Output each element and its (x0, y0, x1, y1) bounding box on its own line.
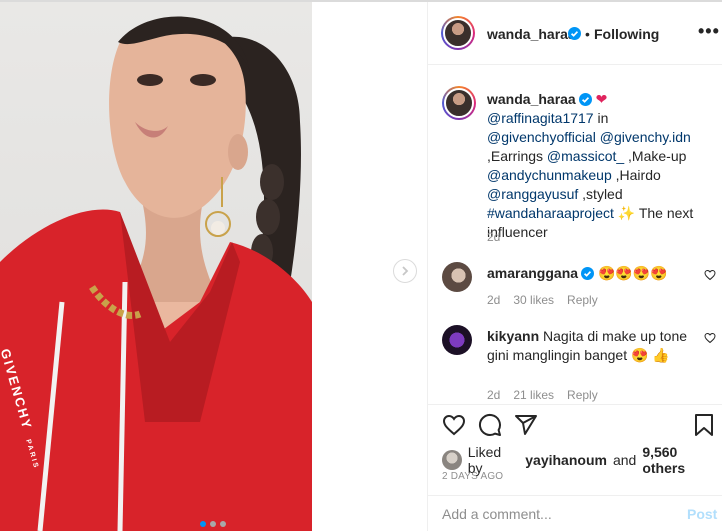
caption-fragment: ,Hairdo (615, 167, 661, 183)
mention-link[interactable]: @massicot_ (547, 148, 624, 164)
post-actions: Liked by yayihanoum and 9,560 others 2 D… (428, 404, 722, 531)
liker-avatar[interactable] (442, 450, 462, 470)
following-button[interactable]: Following (594, 26, 659, 42)
more-options-icon[interactable]: ••• (698, 21, 720, 42)
reply-button[interactable]: Reply (567, 388, 598, 402)
heart-emoji: ❤ (595, 91, 608, 107)
post-header: wanda_haraa • Following ••• (428, 2, 722, 65)
caption-avatar[interactable] (442, 86, 476, 120)
chevron-right-icon (402, 266, 409, 276)
reply-button[interactable]: Reply (567, 293, 598, 307)
comment-input[interactable] (442, 506, 662, 522)
caption-age: 2d (487, 230, 501, 244)
post-photo: GIVENCHY PARIS (0, 2, 312, 531)
liker-username[interactable]: yayihanoum (525, 452, 607, 468)
carousel-dot (200, 521, 206, 527)
carousel-dot (210, 521, 216, 527)
heart-icon[interactable] (442, 413, 466, 437)
add-comment-bar: Post (428, 495, 722, 531)
bookmark-icon[interactable] (693, 413, 715, 437)
caption-fragment: ,Earrings (487, 148, 544, 164)
carousel-indicator (200, 521, 226, 527)
post-details-panel: wanda_haraa • Following ••• wanda_haraa … (427, 2, 722, 531)
comment-likes[interactable]: 30 likes (513, 293, 554, 307)
caption-text: wanda_haraa ❤ @raffinagita1717 in @given… (487, 90, 715, 242)
mention-link[interactable]: @givenchy.idn (600, 129, 691, 145)
author-avatar[interactable] (441, 16, 475, 50)
share-icon[interactable] (514, 413, 538, 437)
next-slide-button[interactable] (393, 259, 417, 283)
comment-body: kikyann Nagita di make up tone gini mang… (487, 327, 687, 365)
post-media[interactable]: GIVENCHY PARIS (0, 2, 427, 531)
verified-badge-icon (581, 267, 595, 280)
portrait-illustration (0, 16, 312, 531)
sparkle-emoji: ✨ (617, 205, 636, 221)
post-comment-button[interactable]: Post (687, 506, 717, 522)
post-date: 2 DAYS AGO (442, 471, 504, 482)
comment-meta: 2d 21 likes Reply (487, 388, 598, 402)
caption-fragment: ,Make-up (628, 148, 687, 164)
comment-like-icon[interactable] (704, 332, 716, 344)
mention-link[interactable]: @givenchyofficial (487, 129, 596, 145)
comment-age: 2d (487, 293, 501, 307)
hashtag-link[interactable]: #wandaharaaproject (487, 205, 614, 221)
likes-count-link[interactable]: 9,560 others (642, 444, 722, 476)
caption-fragment: ,styled (582, 186, 623, 202)
caption-fragment: in (597, 110, 609, 126)
mention-link[interactable]: @andychunmakeup (487, 167, 612, 183)
comment-likes[interactable]: 21 likes (513, 388, 554, 402)
comment-age: 2d (487, 388, 501, 402)
comment-text: 😍😍😍😍 (597, 265, 668, 281)
commenter-avatar[interactable] (442, 325, 472, 355)
header-separator: • (585, 26, 590, 42)
commenter-username[interactable]: kikyann (487, 328, 539, 344)
liked-by-and: and (612, 452, 637, 468)
author-username[interactable]: wanda_haraa (487, 26, 576, 42)
mention-link[interactable]: @ranggayusuf (487, 186, 578, 202)
comment-meta: 2d 30 likes Reply (487, 293, 598, 307)
mention-link[interactable]: @raffinagita1717 (487, 110, 594, 126)
commenter-avatar[interactable] (442, 262, 472, 292)
comment-like-icon[interactable] (704, 269, 716, 281)
verified-badge-icon (578, 93, 592, 106)
caption-username[interactable]: wanda_haraa (487, 91, 576, 107)
commenter-username[interactable]: amaranggana (487, 265, 578, 281)
carousel-dot (220, 521, 226, 527)
verified-badge-icon (568, 27, 581, 40)
comment-icon[interactable] (478, 413, 502, 437)
comment-body: amaranggana 😍😍😍😍 (487, 264, 687, 283)
